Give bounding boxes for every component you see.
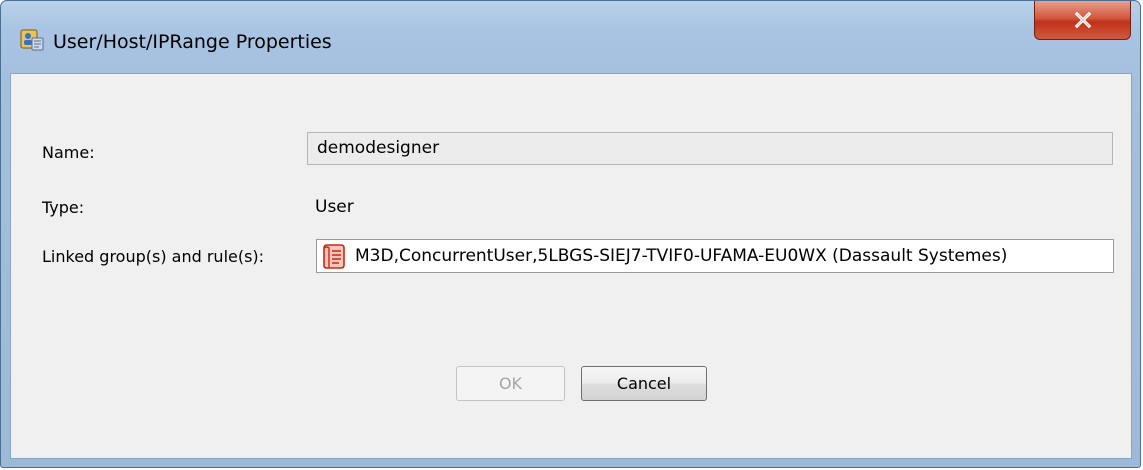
close-button[interactable]	[1034, 1, 1131, 40]
ok-button[interactable]: OK	[456, 366, 565, 401]
window-title: User/Host/IPRange Properties	[53, 31, 332, 53]
title-bar[interactable]: User/Host/IPRange Properties	[1, 1, 1140, 73]
rule-document-icon	[323, 244, 345, 269]
close-icon	[1074, 12, 1091, 28]
linked-rules-value: M3D,ConcurrentUser,5LBGS-SIEJ7-TVIF0-UFA…	[355, 246, 1008, 266]
type-value: User	[315, 197, 354, 217]
properties-dialog: User/Host/IPRange Properties Name: demod…	[0, 0, 1141, 468]
user-properties-icon	[20, 29, 44, 51]
name-field[interactable]: demodesigner	[307, 132, 1113, 165]
dialog-content: Name: demodesigner Type: User Linked gro…	[10, 73, 1132, 459]
name-label: Name:	[42, 143, 95, 162]
type-label: Type:	[42, 198, 85, 217]
cancel-button[interactable]: Cancel	[581, 366, 707, 401]
linked-rules-field[interactable]: M3D,ConcurrentUser,5LBGS-SIEJ7-TVIF0-UFA…	[316, 239, 1114, 273]
linked-label: Linked group(s) and rule(s):	[42, 247, 265, 266]
